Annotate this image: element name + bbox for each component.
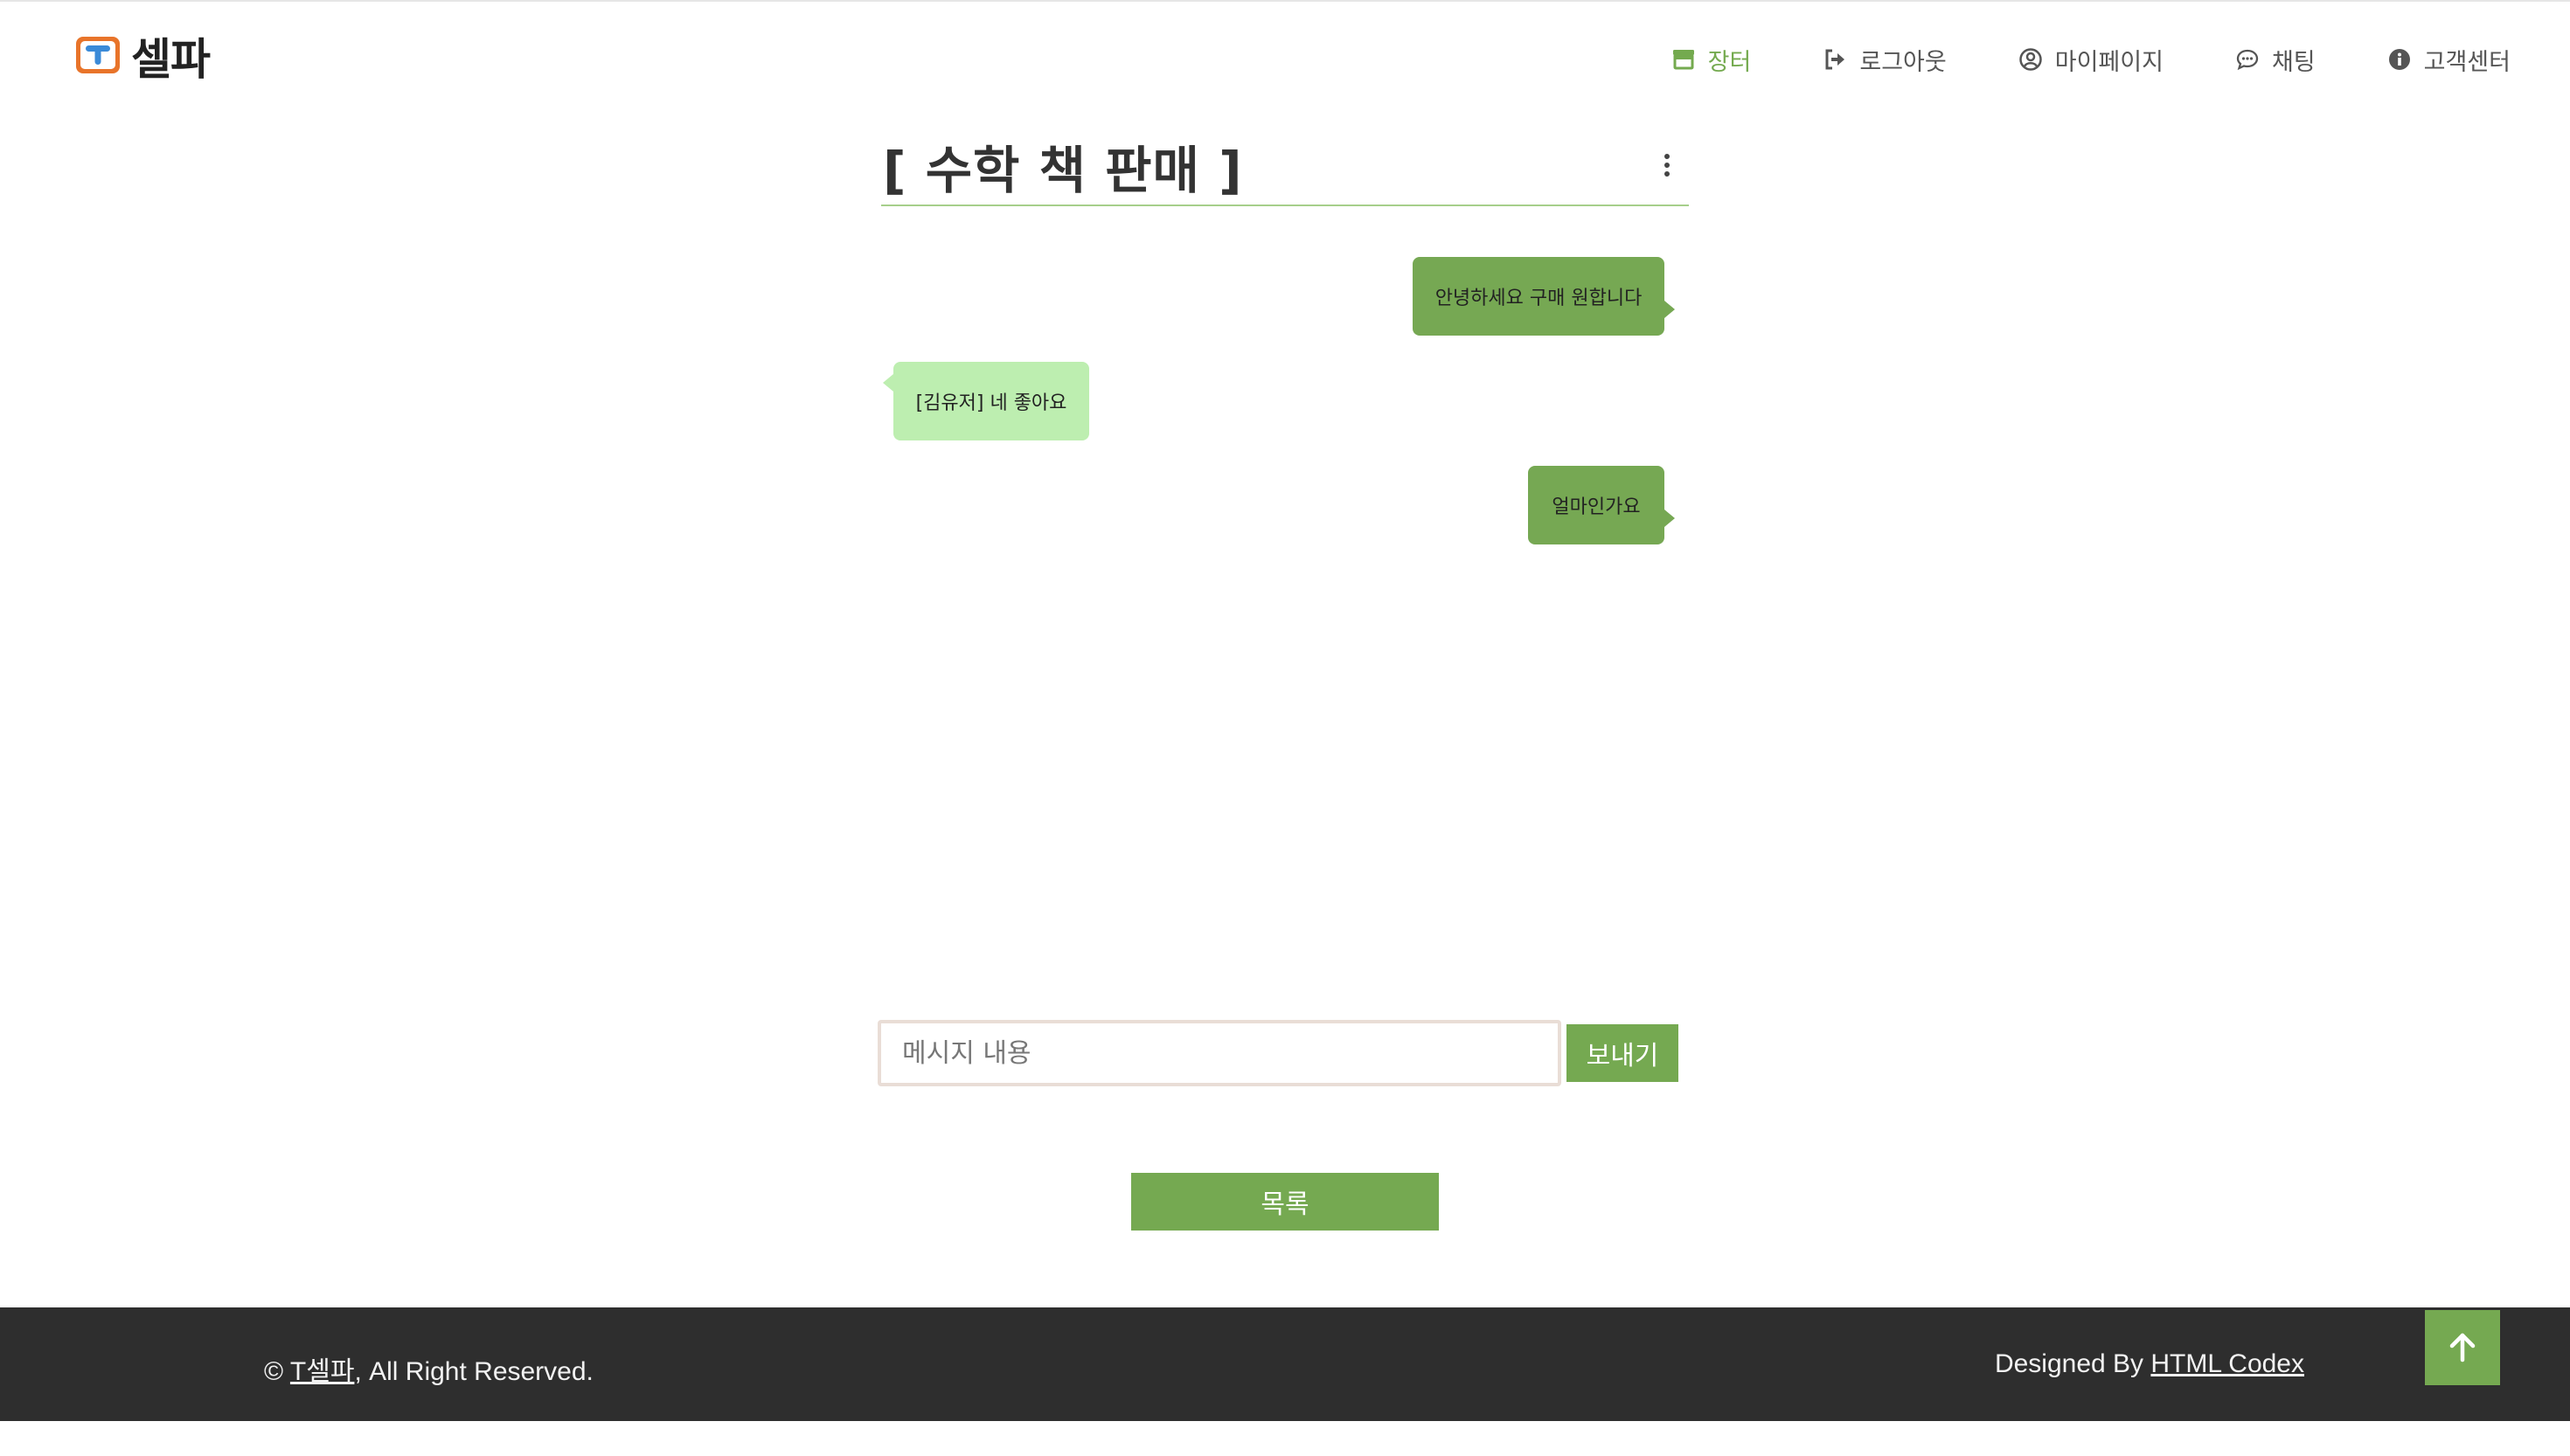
message-input[interactable] <box>878 1020 1561 1086</box>
logo-t-icon <box>76 37 120 73</box>
page: 셀파 장터 로그아웃 마이페이지 채팅 고객센터 [수학 책 판매] 안녕하… <box>0 0 2570 1456</box>
send-button[interactable]: 보내기 <box>1566 1024 1678 1082</box>
message-bubble-sent: 안녕하세요 구매 원합니다 <box>1413 257 1675 336</box>
designer-credit: Designed By HTML Codex <box>1995 1349 2304 1379</box>
message-bubble-received: [김유저] 네 좋아요 <box>883 362 1089 440</box>
nav-item-support[interactable]: 고객센터 <box>2387 43 2511 77</box>
arrow-up-icon <box>2449 1333 2476 1362</box>
nav-label-chat: 채팅 <box>2271 48 2316 76</box>
list-button[interactable]: 목록 <box>1131 1173 1439 1231</box>
nav-label-mypage: 마이페이지 <box>2054 48 2164 76</box>
logo-text: 셀파 <box>131 34 211 85</box>
copyright-text: © T셀파, All Right Reserved. <box>264 1349 594 1388</box>
back-to-top-button[interactable] <box>2425 1310 2500 1385</box>
info-icon <box>2387 47 2412 72</box>
site-logo[interactable]: 셀파 <box>73 31 211 85</box>
nav-item-chat[interactable]: 채팅 <box>2235 43 2316 77</box>
top-border <box>0 0 2570 2</box>
more-options-icon[interactable] <box>1661 154 1673 180</box>
chat-panel: [ 수학 책 판매 ] 안녕하세요 구매 원합니다 [김유저] 네 좋아요 얼마… <box>881 122 1689 993</box>
credit-link[interactable]: HTML Codex <box>2150 1349 2304 1378</box>
nav-label-logout: 로그아웃 <box>1859 48 1947 76</box>
chat-header: [ 수학 책 판매 ] <box>881 122 1689 206</box>
top-nav: 장터 로그아웃 마이페이지 채팅 고객센터 <box>1671 38 2511 80</box>
nav-item-mypage[interactable]: 마이페이지 <box>2018 43 2164 77</box>
chat-title: [ 수학 책 판매 ] <box>883 141 1243 200</box>
footer: © T셀파, All Right Reserved. Designed By H… <box>0 1307 2570 1421</box>
nav-item-logout[interactable]: 로그아웃 <box>1823 43 1947 77</box>
copyright-prefix: © <box>264 1357 290 1386</box>
logout-icon <box>1823 47 1847 72</box>
store-icon <box>1671 47 1696 72</box>
credit-prefix: Designed By <box>1994 1349 2151 1378</box>
user-circle-icon <box>2018 47 2043 72</box>
chat-icon <box>2235 47 2260 72</box>
message-bubble-sent: 얼마인가요 <box>1528 466 1675 544</box>
nav-label-market: 장터 <box>1707 48 1752 76</box>
copyright-suffix: , All Right Reserved. <box>354 1357 594 1386</box>
copyright-link[interactable]: T셀파 <box>290 1357 355 1386</box>
message-composer: 보내기 <box>878 1019 1682 1087</box>
nav-item-market[interactable]: 장터 <box>1671 43 1752 77</box>
message-list: 안녕하세요 구매 원합니다 [김유저] 네 좋아요 얼마인가요 <box>881 206 1689 993</box>
nav-label-support: 고객센터 <box>2423 48 2511 76</box>
